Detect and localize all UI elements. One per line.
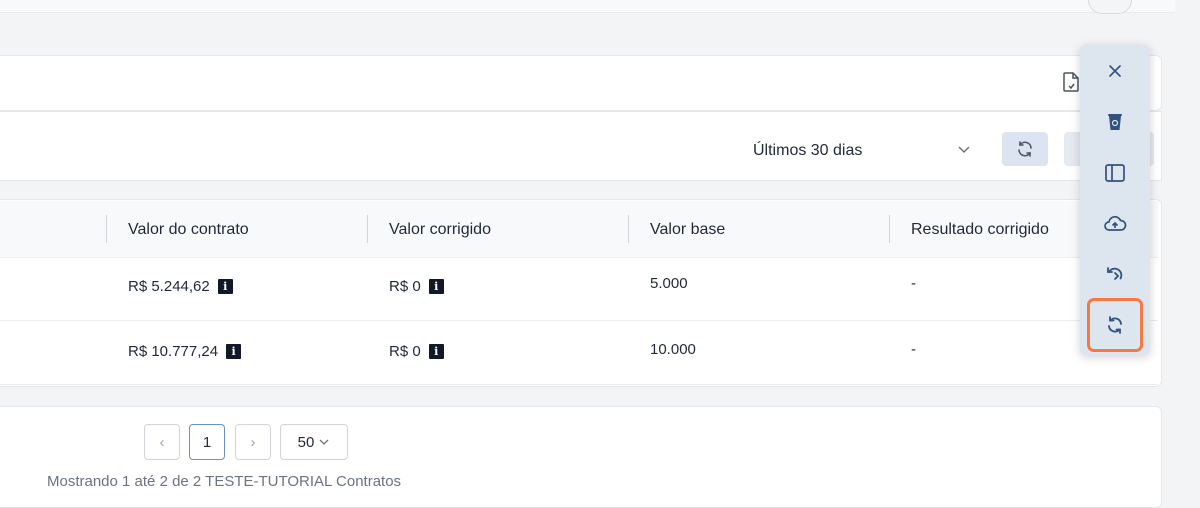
page-size-value: 50 [297, 433, 315, 451]
table-row[interactable]: R$ 10.777,24 i R$ 0 i 10.000 - [0, 321, 1158, 385]
valor-base-value: 5.000 [650, 275, 688, 292]
refresh-button[interactable] [1002, 132, 1048, 166]
column-header-valor-contrato[interactable]: Valor do contrato [128, 221, 249, 239]
recycle-bin-icon [1108, 114, 1122, 130]
cloud-upload-icon [1104, 215, 1127, 231]
results-summary: Mostrando 1 até 2 de 2 TESTE-TUTORIAL Co… [47, 473, 402, 490]
valor-contrato-value: R$ 10.777,24 [128, 343, 219, 360]
document-export-icon[interactable] [1062, 72, 1080, 92]
active-tool-highlight [1087, 298, 1143, 352]
valor-contrato-cell: R$ 5.244,62 i [128, 278, 233, 295]
valor-corrigido-cell: R$ 0 i [389, 343, 444, 360]
column-header-valor-corrigido[interactable]: Valor corrigido [389, 221, 491, 239]
column-separator [106, 215, 107, 243]
sidebar-layout-icon [1105, 164, 1125, 182]
close-button[interactable] [1098, 54, 1132, 88]
page-1-button[interactable]: 1 [189, 424, 225, 460]
info-icon[interactable]: i [217, 279, 233, 294]
page-header-card [0, 55, 1162, 111]
info-icon[interactable]: i [428, 279, 444, 294]
column-header-valor-base[interactable]: Valor base [650, 221, 725, 239]
valor-corrigido-value: R$ 0 [389, 278, 421, 295]
chevron-down-icon [958, 146, 970, 154]
valor-corrigido-cell: R$ 0 i [389, 278, 444, 295]
column-separator [628, 215, 629, 243]
top-bar [0, 0, 1175, 13]
cloud-upload-button[interactable] [1098, 207, 1132, 241]
sidebar-layout-button[interactable] [1098, 156, 1132, 190]
resultado-corrigido-value: - [911, 341, 916, 358]
prev-page-button[interactable]: ‹ [144, 424, 180, 460]
close-icon [1109, 65, 1121, 77]
valor-contrato-value: R$ 5.244,62 [128, 278, 210, 295]
restore-button[interactable] [1098, 258, 1132, 292]
column-separator [889, 215, 890, 243]
column-header-resultado-corrigido[interactable]: Resultado corrigido [911, 221, 1049, 239]
filter-bar [0, 111, 1162, 181]
next-page-button[interactable]: › [235, 424, 271, 460]
refresh-icon [1018, 141, 1032, 157]
column-separator [367, 215, 368, 243]
chevron-down-icon [319, 439, 329, 445]
info-icon[interactable]: i [428, 344, 444, 359]
valor-contrato-cell: R$ 10.777,24 i [128, 343, 242, 360]
period-select-value: Últimos 30 dias [753, 142, 863, 159]
recycle-bin-button[interactable] [1098, 105, 1132, 139]
valor-base-value: 10.000 [650, 341, 696, 358]
table-row[interactable]: R$ 5.244,62 i R$ 0 i 5.000 - [0, 257, 1158, 321]
valor-corrigido-value: R$ 0 [389, 343, 421, 360]
period-select[interactable]: Últimos 30 dias [738, 132, 984, 170]
resultado-corrigido-value: - [911, 275, 916, 292]
page-size-select[interactable]: 50 [280, 424, 348, 460]
info-icon[interactable]: i [226, 344, 242, 359]
restore-icon [1107, 267, 1123, 280]
table-header: Valor do contrato Valor corrigido Valor … [0, 201, 1158, 258]
